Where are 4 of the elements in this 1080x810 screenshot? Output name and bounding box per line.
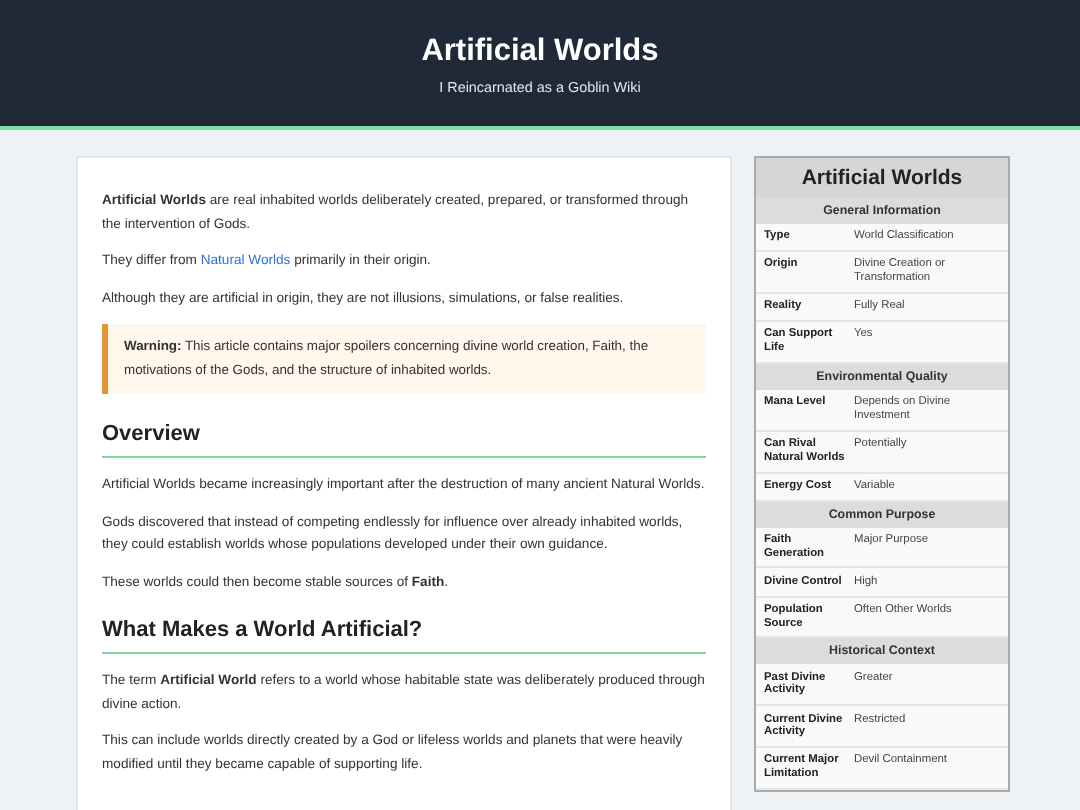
page-title: Artificial Worlds — [421, 34, 659, 70]
section-heading: Overview — [102, 422, 706, 458]
infobox-title: Artificial Worlds — [756, 158, 1008, 198]
section-heading: What Makes a World Artificial? — [102, 618, 706, 654]
